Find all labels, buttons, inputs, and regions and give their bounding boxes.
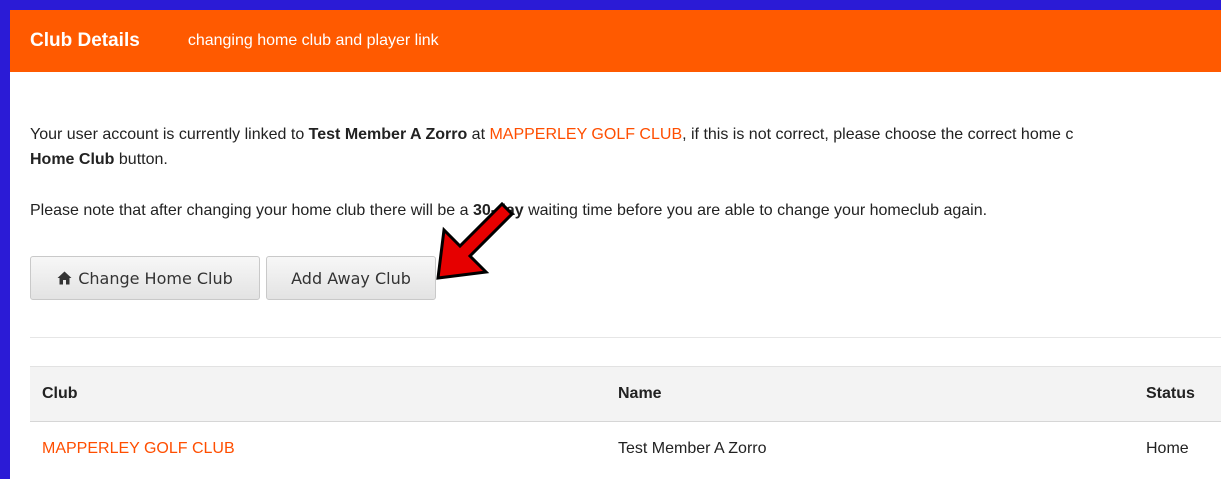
column-header-name: Name <box>618 385 662 402</box>
account-link-info: Your user account is currently linked to… <box>30 122 1073 172</box>
column-header-status: Status <box>1146 385 1195 402</box>
change-home-club-label: Change Home Club <box>78 268 233 288</box>
home-club-emphasis: Home Club <box>30 151 115 168</box>
intro-text: , if this is not correct, please choose … <box>682 126 1074 143</box>
member-name-cell: Test Member A Zorro <box>618 440 767 457</box>
add-away-club-button[interactable]: Add Away Club <box>266 256 436 300</box>
table-header-row: Club Name Status <box>30 366 1221 422</box>
change-home-club-button[interactable]: Change Home Club <box>30 256 260 300</box>
club-name-link[interactable]: MAPPERLEY GOLF CLUB <box>42 422 235 476</box>
column-header-club: Club <box>42 385 78 402</box>
home-icon <box>57 271 72 285</box>
linked-member-name: Test Member A Zorro <box>308 126 468 143</box>
note-text: Please note that after changing your hom… <box>30 202 473 219</box>
divider <box>30 337 1221 338</box>
waiting-days: 30-day <box>472 202 524 219</box>
panel-title: Club Details <box>30 30 140 51</box>
panel-body: Your user account is currently linked to… <box>30 72 1221 479</box>
table-row: MAPPERLEY GOLF CLUB Test Member A Zorro … <box>30 422 1221 476</box>
status-cell: Home <box>1146 440 1189 457</box>
intro-text: button. <box>114 151 168 168</box>
intro-text: at <box>467 126 490 143</box>
intro-text: Your user account is currently linked to <box>30 126 309 143</box>
panel-subtitle: changing home club and player link <box>187 32 439 49</box>
note-text: waiting time before you are able to chan… <box>523 202 988 219</box>
waiting-time-note: Please note that after changing your hom… <box>30 202 987 220</box>
add-away-club-label: Add Away Club <box>291 268 411 288</box>
panel-header: Club Details changing home club and play… <box>10 10 1221 72</box>
page-frame: Club Details changing home club and play… <box>0 0 1221 479</box>
linked-club-link[interactable]: MAPPERLEY GOLF CLUB <box>489 126 682 143</box>
club-table: Club Name Status MAPPERLEY GOLF CLUB Tes… <box>30 366 1221 476</box>
